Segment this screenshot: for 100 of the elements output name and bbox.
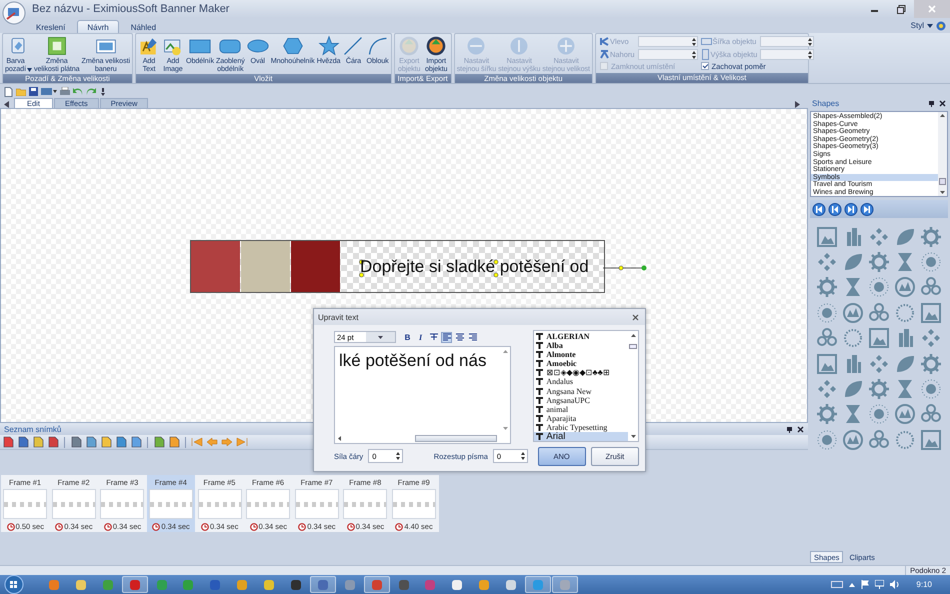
chart-circle-icon[interactable]: [894, 276, 916, 298]
sun-icon[interactable]: [816, 428, 838, 451]
image-frame-icon[interactable]: [920, 302, 942, 324]
scroll-right-icon[interactable]: [795, 101, 800, 108]
image-frame-icon[interactable]: [920, 428, 942, 451]
ribbon-tab[interactable]: Kreslení: [26, 20, 76, 33]
italic-button[interactable]: I: [415, 332, 426, 342]
font-item[interactable]: Alba: [534, 341, 628, 350]
scroll-thumb[interactable]: [629, 344, 637, 349]
gear-icon[interactable]: [816, 403, 838, 426]
network-icon[interactable]: [875, 580, 884, 589]
align-center-button[interactable]: [454, 332, 465, 342]
font-item[interactable]: Andalus: [534, 377, 628, 386]
gear-icon[interactable]: [920, 226, 942, 248]
align-left-button[interactable]: [441, 332, 452, 342]
sun-icon[interactable]: [920, 378, 942, 400]
scroll-thumb[interactable]: [939, 178, 946, 185]
chart-circle-icon[interactable]: [894, 403, 916, 426]
image-frame-icon[interactable]: [816, 226, 838, 248]
app-icon[interactable]: [122, 576, 148, 593]
text-area[interactable]: lké potěšení od nás: [334, 346, 512, 444]
gear-icon[interactable]: [868, 251, 890, 274]
restore-icon[interactable]: [896, 4, 906, 14]
flag-icon[interactable]: [861, 580, 870, 589]
scroll-thumb[interactable]: [415, 434, 497, 442]
sun-icon[interactable]: [868, 403, 890, 426]
keyboard-icon[interactable]: [831, 581, 844, 588]
left-arrow-icon[interactable]: [206, 437, 218, 447]
app-icon[interactable]: [525, 576, 552, 593]
scroll-left-icon[interactable]: [4, 101, 9, 108]
first-icon[interactable]: [812, 203, 826, 216]
ribbon-tab[interactable]: Návrh: [77, 20, 119, 33]
sun-icon[interactable]: [920, 251, 942, 274]
app-icon[interactable]: [552, 576, 578, 593]
scroll-up-icon[interactable]: [940, 114, 945, 117]
bold-button[interactable]: B: [402, 332, 413, 342]
diamonds-icon[interactable]: [868, 352, 890, 375]
style-menu[interactable]: Styl: [910, 21, 924, 30]
right-arrow-icon[interactable]: [221, 437, 233, 447]
last-icon[interactable]: [860, 203, 874, 216]
pin-icon[interactable]: [928, 100, 935, 107]
first-arrow-icon[interactable]: [191, 437, 203, 447]
diamonds-icon[interactable]: [920, 327, 942, 350]
dropdown-arrow-icon[interactable]: [378, 336, 383, 338]
sun-icon[interactable]: [816, 302, 838, 324]
app-icon[interactable]: [310, 576, 336, 593]
next-icon[interactable]: [844, 203, 858, 216]
caret-icon[interactable]: [927, 24, 933, 28]
align-right-button[interactable]: [467, 332, 478, 342]
monitor-icon[interactable]: [41, 87, 57, 96]
font-item[interactable]: animal: [534, 404, 628, 414]
close-icon[interactable]: [632, 314, 639, 320]
font-item[interactable]: Angsana New: [534, 386, 628, 396]
scroll-up-icon[interactable]: [630, 334, 636, 337]
save-icon[interactable]: [29, 87, 38, 96]
gear-icon[interactable]: [920, 352, 942, 375]
dotted-ring-icon[interactable]: [894, 302, 916, 324]
ribbon-tab[interactable]: Náhled: [120, 20, 166, 33]
dotted-ring-icon[interactable]: [842, 327, 864, 350]
last-arrow-icon[interactable]: [236, 437, 248, 447]
font-item[interactable]: Almonte: [534, 350, 628, 360]
diamonds-icon[interactable]: [816, 251, 838, 274]
print-icon[interactable]: [60, 87, 70, 96]
font-item[interactable]: Aparajita: [534, 414, 628, 423]
start-orb-icon[interactable]: [3, 575, 25, 594]
spin-arrows-icon[interactable]: [396, 452, 400, 460]
font-item[interactable]: AngsanaUPC: [534, 396, 628, 405]
gear-icon[interactable]: [816, 276, 838, 298]
font-item[interactable]: ⊠⊡◈◆◉◆⊡♣♣⊞: [534, 368, 628, 378]
diamonds-icon[interactable]: [868, 226, 890, 248]
help-icon[interactable]: [936, 20, 946, 30]
scroll-down-icon[interactable]: [940, 191, 945, 194]
chart-circle-icon[interactable]: [842, 302, 864, 324]
undo-icon[interactable]: [73, 87, 83, 96]
volume-icon[interactable]: [890, 580, 900, 589]
outline-button[interactable]: [428, 332, 439, 342]
font-item[interactable]: Amoebic: [534, 359, 628, 368]
banner-text[interactable]: Dopřejte si sladké potěšení od: [360, 256, 589, 276]
font-item[interactable]: ALGERIAN: [534, 332, 628, 342]
image-frame-icon[interactable]: [868, 327, 890, 350]
close-icon[interactable]: [939, 100, 946, 107]
font-item[interactable]: Arial: [534, 432, 628, 441]
spin-arrows-icon[interactable]: [520, 452, 525, 460]
dotted-ring-icon[interactable]: [894, 428, 916, 451]
image-frame-icon[interactable]: [816, 352, 838, 375]
font-item[interactable]: Arabic Typesetting: [534, 422, 628, 432]
app-icon[interactable]: [364, 576, 390, 593]
sun-icon[interactable]: [868, 276, 890, 298]
close-icon[interactable]: [797, 426, 804, 432]
scroll-left-icon[interactable]: [338, 436, 341, 440]
new-file-icon[interactable]: [4, 86, 13, 96]
gear-icon[interactable]: [868, 378, 890, 400]
diamonds-icon[interactable]: [816, 378, 838, 400]
pin-icon[interactable]: [786, 426, 793, 432]
chart-circle-icon[interactable]: [842, 428, 864, 451]
customize-icon[interactable]: [99, 87, 107, 96]
selection-handles[interactable]: [359, 258, 649, 278]
tray-arrow-icon[interactable]: [849, 582, 856, 586]
previous-icon[interactable]: [828, 203, 842, 216]
checkbox[interactable]: [700, 62, 709, 70]
